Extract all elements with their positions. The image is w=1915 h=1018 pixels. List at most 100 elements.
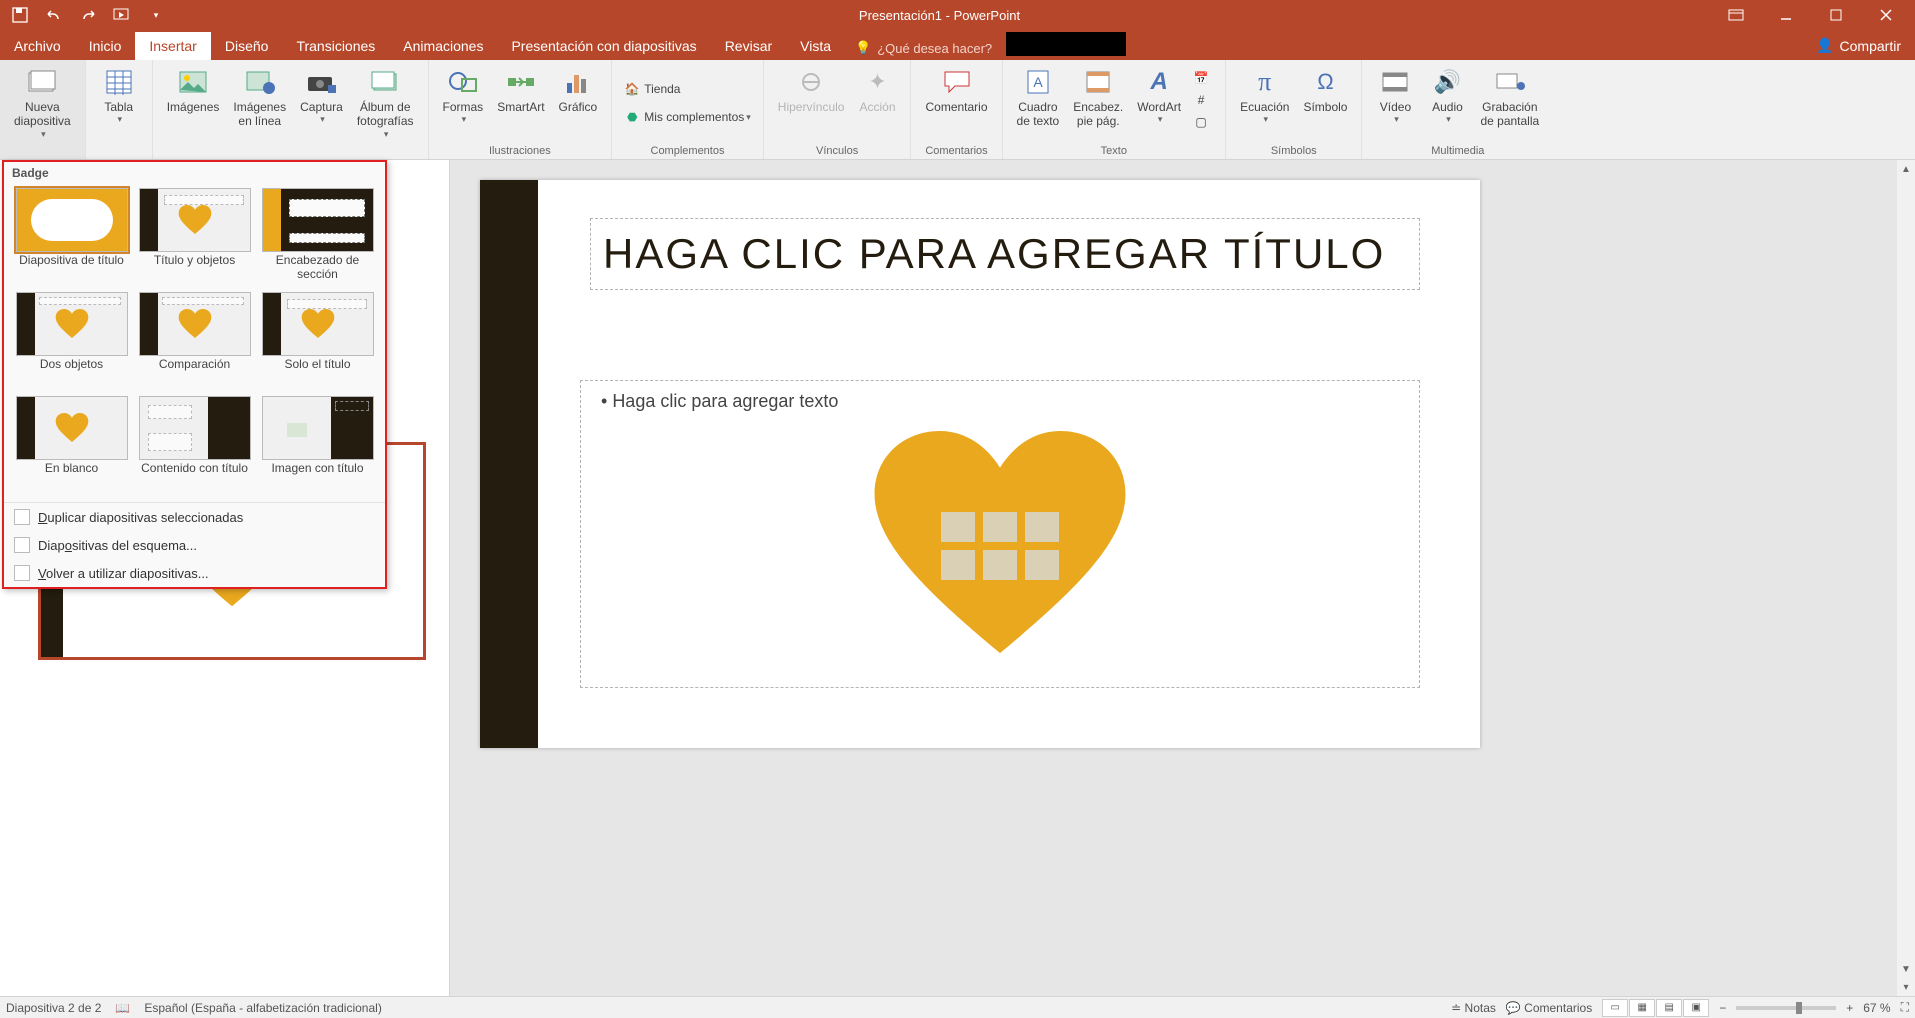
slidenum-icon: # <box>1193 92 1209 108</box>
title-placeholder[interactable]: HAGA CLIC PARA AGREGAR TÍTULO <box>590 218 1420 290</box>
video-label: Vídeo <box>1380 100 1411 114</box>
nueva-diapositiva-button[interactable]: Nueva diapositiva <box>8 64 77 142</box>
wordart-button[interactable]: A WordArt <box>1131 64 1187 127</box>
smartart-label: SmartArt <box>497 100 544 114</box>
maximize-icon[interactable] <box>1813 0 1859 30</box>
share-button[interactable]: 👤 Compartir <box>1802 31 1915 60</box>
tab-transiciones[interactable]: Transiciones <box>282 32 389 60</box>
layout-label: Imagen con título <box>271 462 363 492</box>
menu-diapositivas-esquema[interactable]: Diapositivas del esquema... <box>4 531 385 559</box>
layout-titulo-y-objetos[interactable]: Título y objetos <box>135 186 254 286</box>
comments-button[interactable]: 💬 Comentarios <box>1506 1001 1592 1015</box>
qat-customize-icon[interactable]: ▾ <box>146 5 166 25</box>
zoom-out-button[interactable]: − <box>1719 1001 1726 1015</box>
layout-solo-el-titulo[interactable]: Solo el título <box>258 290 377 390</box>
spellcheck-icon[interactable]: 📖 <box>115 1001 130 1015</box>
vertical-scrollbar[interactable]: ▲ ▼ ▾ <box>1897 160 1915 996</box>
layout-imagen-con-titulo[interactable]: Imagen con título <box>258 394 377 494</box>
zoom-slider[interactable] <box>1736 1006 1836 1010</box>
hipervinculo-button[interactable]: Hipervínculo <box>772 64 851 116</box>
layout-diapositiva-de-titulo[interactable]: Diapositiva de título <box>12 186 131 286</box>
insert-smartart-icon[interactable] <box>1025 512 1059 542</box>
layout-contenido-con-titulo[interactable]: Contenido con título <box>135 394 254 494</box>
insert-picture-icon[interactable] <box>941 550 975 580</box>
mis-complementos-button[interactable]: ⬣ Mis complementos <box>620 108 755 128</box>
objeto-button[interactable]: ▢ <box>1189 112 1217 132</box>
tab-revisar[interactable]: Revisar <box>711 32 786 60</box>
numero-diapositiva-button[interactable]: # <box>1189 90 1217 110</box>
imagenes-label: Imágenes <box>167 100 220 114</box>
grabacion-button[interactable]: Grabación de pantalla <box>1474 64 1545 131</box>
zoom-in-button[interactable]: + <box>1846 1001 1853 1015</box>
captura-button[interactable]: Captura <box>294 64 349 127</box>
encabez-button[interactable]: Encabez. pie pág. <box>1067 64 1129 131</box>
tell-me-search[interactable]: 💡 ¿Qué desea hacer? <box>845 36 1002 60</box>
audio-button[interactable]: 🔊 Audio <box>1422 64 1472 127</box>
imagenes-en-linea-button[interactable]: Imágenes en línea <box>227 64 292 131</box>
notes-button[interactable]: ≐ Notas <box>1451 1001 1496 1015</box>
insert-online-picture-icon[interactable] <box>983 550 1017 580</box>
close-icon[interactable] <box>1863 0 1909 30</box>
ribbon-display-options-icon[interactable] <box>1713 0 1759 30</box>
simbolo-button[interactable]: Ω Símbolo <box>1297 64 1353 116</box>
group-label-complementos: Complementos <box>620 143 755 157</box>
duplicate-icon <box>14 509 30 525</box>
scroll-down-icon[interactable]: ▼ <box>1897 960 1915 978</box>
video-button[interactable]: Vídeo <box>1370 64 1420 127</box>
insert-video-icon[interactable] <box>1025 550 1059 580</box>
status-bar: Diapositiva 2 de 2 📖 Español (España - a… <box>0 996 1915 1018</box>
formas-button[interactable]: Formas <box>437 64 490 127</box>
layout-comparacion[interactable]: Comparación <box>135 290 254 390</box>
tab-vista[interactable]: Vista <box>786 32 845 60</box>
zoom-level[interactable]: 67 % <box>1863 1001 1890 1015</box>
insert-chart-icon[interactable] <box>983 512 1017 542</box>
view-slideshow-icon[interactable]: ▣ <box>1683 999 1709 1017</box>
undo-icon[interactable] <box>44 5 64 25</box>
ecuacion-label: Ecuación <box>1240 100 1289 114</box>
view-reading-icon[interactable]: ▤ <box>1656 999 1682 1017</box>
tab-insertar[interactable]: Insertar <box>135 32 210 60</box>
menu-volver-utilizar[interactable]: Volver a utilizar diapositivas... <box>4 559 385 587</box>
fecha-hora-button[interactable]: 📅 <box>1189 68 1217 88</box>
redo-icon[interactable] <box>78 5 98 25</box>
fit-to-window-icon[interactable]: ⛶ <box>1901 1000 1909 1015</box>
slide[interactable]: HAGA CLIC PARA AGREGAR TÍTULO Haga clic … <box>480 180 1480 748</box>
tab-inicio[interactable]: Inicio <box>75 32 136 60</box>
accion-button[interactable]: ✦ Acción <box>852 64 902 116</box>
group-ilustraciones: Formas SmartArt Gráfico Ilustraciones <box>429 60 613 159</box>
layout-encabezado-seccion[interactable]: Encabezado de sección <box>258 186 377 286</box>
tab-diseno[interactable]: Diseño <box>211 32 283 60</box>
layout-label: Comparación <box>159 358 230 388</box>
cuadro-texto-button[interactable]: A Cuadro de texto <box>1011 64 1066 131</box>
menu-duplicar-diapositivas[interactable]: Duplicar diapositivas seleccionadas <box>4 503 385 531</box>
save-icon[interactable] <box>10 5 30 25</box>
tab-animaciones[interactable]: Animaciones <box>389 32 497 60</box>
layout-dos-objetos[interactable]: Dos objetos <box>12 290 131 390</box>
imagenes-button[interactable]: Imágenes <box>161 64 226 116</box>
grafico-button[interactable]: Gráfico <box>553 64 604 116</box>
ecuacion-button[interactable]: π Ecuación <box>1234 64 1295 127</box>
tienda-button[interactable]: 🏠 Tienda <box>620 80 684 100</box>
tabla-button[interactable]: Tabla <box>94 64 144 127</box>
start-slideshow-icon[interactable] <box>112 5 132 25</box>
layout-en-blanco[interactable]: En blanco <box>12 394 131 494</box>
ribbon: Nueva diapositiva Tabla Imágenes Imágene… <box>0 60 1915 160</box>
content-placeholder[interactable]: Haga clic para agregar texto <box>580 380 1420 688</box>
next-slide-icon[interactable]: ▾ <box>1897 978 1915 996</box>
comentario-button[interactable]: Comentario <box>919 64 993 116</box>
status-language[interactable]: Español (España - alfabetización tradici… <box>144 1001 381 1015</box>
status-slide-indicator[interactable]: Diapositiva 2 de 2 <box>6 1001 101 1015</box>
smartart-button[interactable]: SmartArt <box>491 64 550 116</box>
album-button[interactable]: Álbum de fotografías <box>351 64 420 142</box>
group-texto: A Cuadro de texto Encabez. pie pág. A Wo… <box>1003 60 1227 159</box>
insert-table-icon[interactable] <box>941 512 975 542</box>
minimize-icon[interactable] <box>1763 0 1809 30</box>
view-sorter-icon[interactable]: ▦ <box>1629 999 1655 1017</box>
tab-presentacion[interactable]: Presentación con diapositivas <box>497 32 710 60</box>
lightbulb-icon: 💡 <box>855 40 871 56</box>
tab-archivo[interactable]: Archivo <box>0 32 75 60</box>
scroll-up-icon[interactable]: ▲ <box>1897 160 1915 178</box>
view-normal-icon[interactable]: ▭ <box>1602 999 1628 1017</box>
complementos-label: Mis complementos <box>644 110 744 124</box>
slide-canvas-area: HAGA CLIC PARA AGREGAR TÍTULO Haga clic … <box>450 160 1915 996</box>
